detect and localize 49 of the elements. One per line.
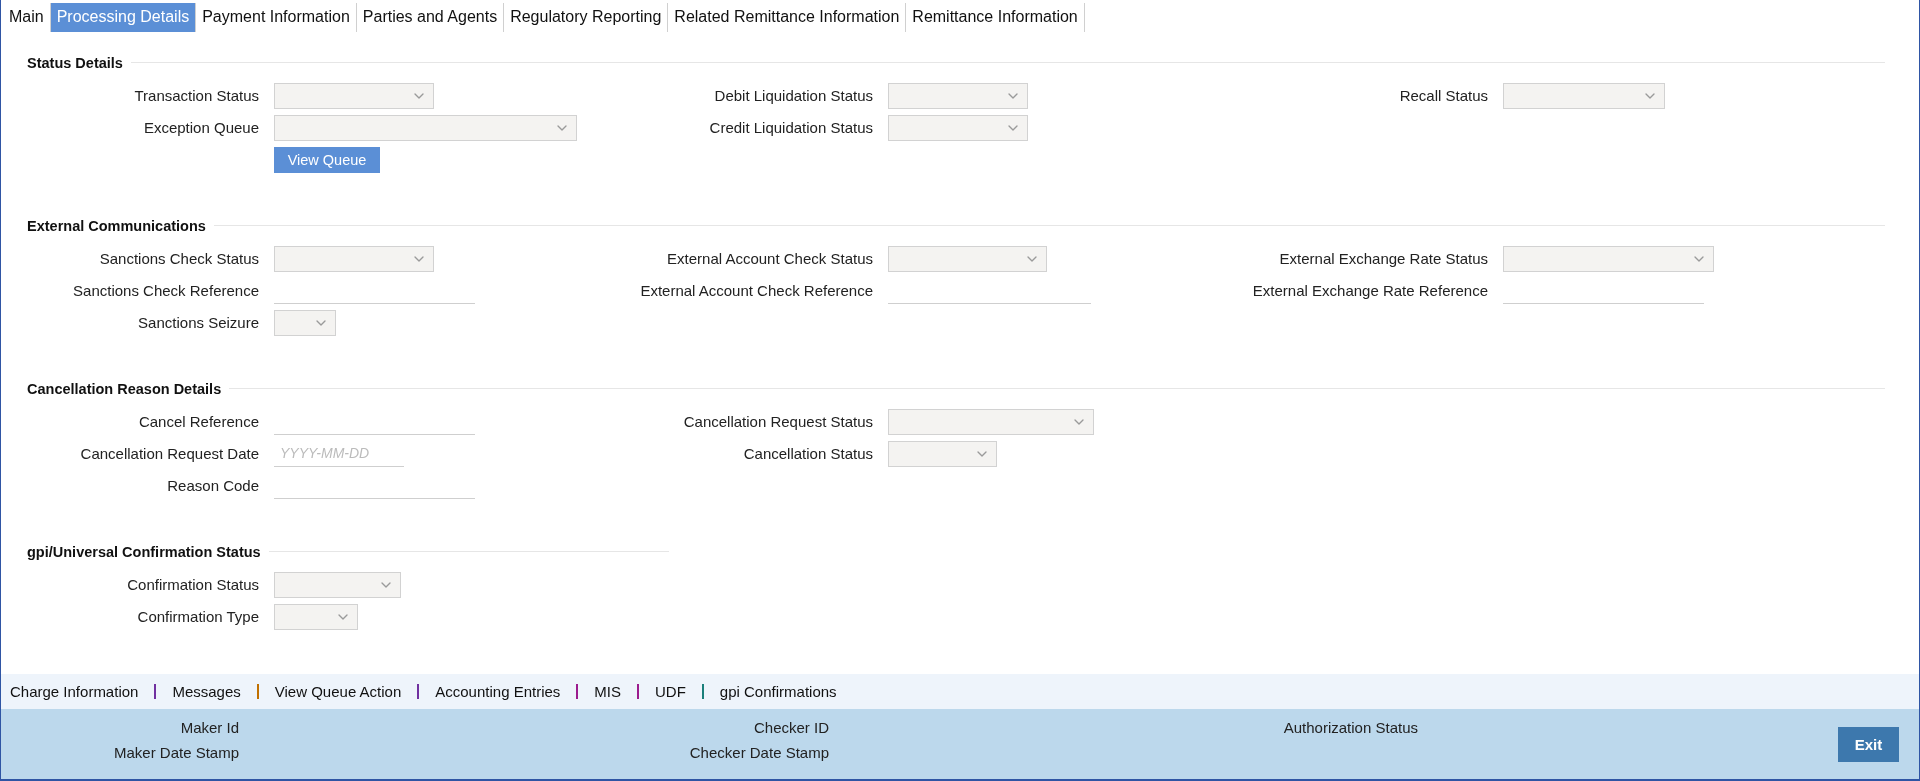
field-label: External Account Check Reference: [639, 282, 873, 300]
field-label: Sanctions Check Reference: [72, 282, 259, 300]
field-label: Exception Queue: [142, 119, 259, 137]
field-label: Confirmation Status: [126, 576, 259, 594]
audit-label: Maker Id: [180, 718, 239, 736]
field-label: Cancellation Request Status: [682, 413, 873, 431]
dropdown-field[interactable]: [274, 246, 434, 272]
field-label: Debit Liquidation Status: [713, 87, 873, 105]
dropdown-field[interactable]: [274, 572, 401, 598]
field-label: Cancel Reference: [137, 413, 259, 431]
field-label: Sanctions Seizure: [137, 314, 259, 332]
exit-button[interactable]: Exit: [1838, 726, 1899, 762]
footer-link[interactable]: MIS: [594, 682, 621, 700]
section-heading: Status Details: [27, 55, 123, 71]
dropdown-field[interactable]: [888, 409, 1094, 435]
audit-label: Authorization Status: [1283, 718, 1418, 736]
section-heading: External Communications: [27, 218, 206, 234]
dropdown-field[interactable]: [888, 83, 1028, 109]
field-label: External Exchange Rate Reference: [1251, 282, 1488, 300]
footer-link[interactable]: UDF: [655, 682, 686, 700]
dropdown-field[interactable]: [888, 441, 997, 467]
field-label: Recall Status: [1398, 87, 1488, 105]
footer-link[interactable]: View Queue Action: [274, 682, 402, 700]
footer-link[interactable]: Accounting Entries: [435, 682, 561, 700]
dropdown-field[interactable]: [1503, 246, 1714, 272]
audit-label: Maker Date Stamp: [113, 743, 239, 761]
field-label: Cancellation Request Date: [79, 445, 259, 463]
field-label: Credit Liquidation Status: [708, 119, 873, 137]
field-label: External Account Check Status: [666, 250, 873, 268]
dropdown-field[interactable]: [274, 310, 336, 336]
footer-link[interactable]: Messages: [172, 682, 241, 700]
dropdown-field[interactable]: [274, 604, 358, 630]
field-label: Confirmation Type: [136, 608, 259, 626]
section-heading: Cancellation Reason Details: [27, 381, 222, 397]
dropdown-field[interactable]: [888, 246, 1047, 272]
field-label: Reason Code: [166, 477, 259, 495]
dropdown-field[interactable]: [274, 83, 434, 109]
field-label: Transaction Status: [133, 87, 259, 105]
footer-link[interactable]: Charge Information: [10, 682, 139, 700]
field-label: External Exchange Rate Status: [1278, 250, 1488, 268]
dropdown-field[interactable]: [1503, 83, 1665, 109]
section-heading: gpi/Universal Confirmation Status: [27, 544, 261, 560]
field-label: Cancellation Status: [742, 445, 873, 463]
dropdown-field[interactable]: [888, 115, 1028, 141]
footer-link[interactable]: gpi Confirmations: [719, 682, 837, 700]
dropdown-field[interactable]: [274, 115, 577, 141]
field-label: Sanctions Check Status: [98, 250, 259, 268]
audit-label: Checker Date Stamp: [689, 743, 829, 761]
audit-label: Checker ID: [753, 718, 829, 736]
